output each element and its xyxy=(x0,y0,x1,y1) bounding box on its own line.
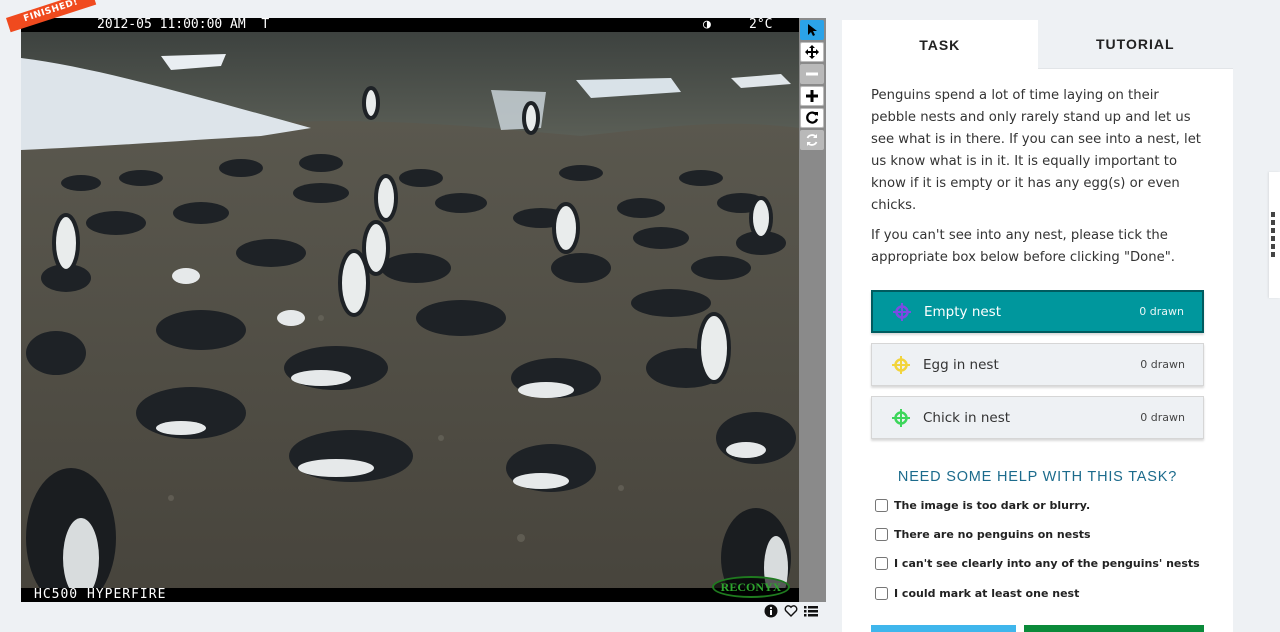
help-title: NEED SOME HELP WITH THIS TASK? xyxy=(897,469,1178,485)
checkbox-no-penguins[interactable]: There are no penguins on nests xyxy=(875,528,1091,541)
checkbox-marked-one-nest[interactable]: I could mark at least one nest xyxy=(875,587,1079,600)
done-button[interactable] xyxy=(1024,625,1204,632)
task-instructions: Penguins spend a lot of time laying on t… xyxy=(871,85,1207,277)
tool-choice-egg-in-nest[interactable]: Egg in nest 0 drawn xyxy=(871,343,1204,386)
move-icon xyxy=(805,45,819,59)
pointer-tool-button[interactable] xyxy=(800,20,824,40)
instructions-paragraph: Penguins spend a lot of time laying on t… xyxy=(871,88,1201,213)
crosshair-purple-icon xyxy=(893,302,911,321)
checkbox-input[interactable] xyxy=(875,499,888,512)
crosshair-green-icon xyxy=(892,408,910,427)
reconyx-logo: RECONYX xyxy=(712,576,790,598)
choice-count: 0 drawn xyxy=(1140,358,1185,371)
zoom-out-button[interactable] xyxy=(800,64,824,84)
field-guide-label xyxy=(1271,212,1275,258)
checkbox-too-dark[interactable]: The image is too dark or blurry. xyxy=(875,499,1090,512)
pointer-icon xyxy=(808,24,817,36)
task-panel: TASK TUTORIAL Penguins spend a lot of ti… xyxy=(842,20,1233,632)
choice-label: Empty nest xyxy=(924,303,1002,320)
info-icon[interactable] xyxy=(764,604,778,618)
camera-model-text: HC500 HYPERFIRE xyxy=(34,587,167,602)
choice-label: Chick in nest xyxy=(923,409,1011,426)
crosshair-yellow-icon xyxy=(892,355,910,374)
checkbox-label: There are no penguins on nests xyxy=(894,528,1091,541)
camera-info-bar: 2012-05 11:00:00 AM T ◑ 2°C xyxy=(21,18,799,32)
field-guide-tab[interactable] xyxy=(1269,172,1280,298)
checkbox-input[interactable] xyxy=(875,557,888,570)
move-tool-button[interactable] xyxy=(800,42,824,62)
penguin-colony-photo[interactable] xyxy=(21,18,799,602)
heart-icon[interactable] xyxy=(784,604,798,618)
list-icon[interactable] xyxy=(804,604,818,618)
tab-tutorial[interactable]: TUTORIAL xyxy=(1037,20,1233,69)
rotate-button[interactable] xyxy=(800,108,824,128)
image-toolbar xyxy=(799,18,826,602)
checkbox-input[interactable] xyxy=(875,528,888,541)
subject-image-viewer[interactable]: 2012-05 11:00:00 AM T ◑ 2°C HC500 HYPERF… xyxy=(21,18,799,602)
checkbox-label: I can't see clearly into any of the peng… xyxy=(894,557,1200,570)
reset-button[interactable] xyxy=(800,130,824,150)
zoom-out-icon xyxy=(806,72,818,76)
tool-choice-chick-in-nest[interactable]: Chick in nest 0 drawn xyxy=(871,396,1204,439)
zoom-in-button[interactable] xyxy=(800,86,824,106)
tab-task[interactable]: TASK xyxy=(842,20,1038,69)
choice-count: 0 drawn xyxy=(1139,305,1184,318)
checkbox-label: The image is too dark or blurry. xyxy=(894,499,1091,512)
reset-icon xyxy=(806,134,818,146)
task-tabs: TASK TUTORIAL xyxy=(842,20,1233,69)
zoom-in-icon xyxy=(806,90,818,102)
subject-meta-tools xyxy=(764,603,818,619)
moon-phase-icon: ◑ xyxy=(703,18,711,32)
temperature-text: 2°C xyxy=(749,18,773,32)
checkbox-cant-see-nests[interactable]: I can't see clearly into any of the peng… xyxy=(875,557,1200,570)
camera-model-bar: HC500 HYPERFIRE xyxy=(21,588,799,602)
checkbox-label: I could mark at least one nest xyxy=(894,587,1080,600)
choice-count: 0 drawn xyxy=(1140,411,1185,424)
back-button[interactable] xyxy=(871,625,1016,632)
tool-choice-empty-nest[interactable]: Empty nest 0 drawn xyxy=(871,290,1204,333)
checkbox-input[interactable] xyxy=(875,587,888,600)
timestamp-text: 2012-05 11:00:00 AM T xyxy=(97,18,270,32)
instructions-paragraph: If you can't see into any nest, please t… xyxy=(871,228,1175,265)
choice-label: Egg in nest xyxy=(923,356,999,373)
rotate-icon xyxy=(806,111,819,124)
